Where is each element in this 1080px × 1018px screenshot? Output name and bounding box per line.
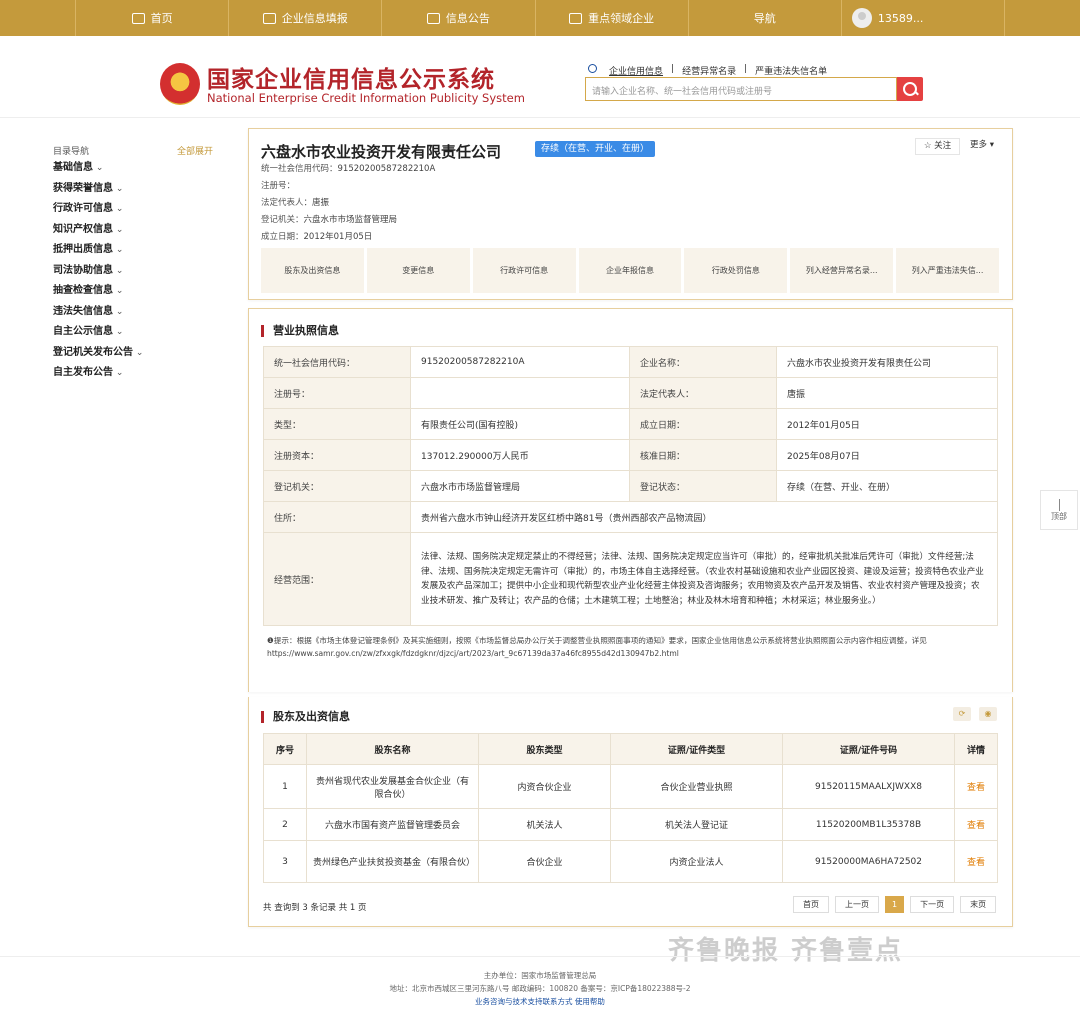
authority-field: 登记机关：六盘水市市场监督管理局 bbox=[261, 215, 398, 225]
credit-code-field: 统一社会信用代码：91520200587282210A bbox=[261, 164, 436, 174]
site-header: 国家企业信用信息公示系统 National Enterprise Credit … bbox=[0, 36, 1080, 118]
megaphone-icon bbox=[569, 12, 583, 24]
table-row: 住所： 贵州省六盘水市钟山经济开发区红桥中路81号（贵州西部农产品物流园） bbox=[263, 501, 998, 533]
footer-address: 地址：北京市西城区三里河东路八号 邮政编码：100820 备案号：京ICP备18… bbox=[389, 984, 691, 993]
founded-date-field: 成立日期：2012年01月05日 bbox=[261, 232, 373, 242]
tab-penalties[interactable]: 行政处罚信息 bbox=[684, 248, 788, 293]
prev-page-button[interactable]: 上一页 bbox=[835, 896, 879, 913]
tab-divider: | bbox=[744, 64, 748, 74]
table-row: 注册号： 法定代表人： 唐振 bbox=[263, 377, 998, 409]
table-row: 经营范围： 法律、法规、国务院决定规定禁止的不得经营；法律、法规、国务院决定规定… bbox=[263, 532, 998, 626]
national-emblem-logo bbox=[160, 63, 200, 105]
scope-label: 经营范围： bbox=[263, 532, 411, 626]
view-link[interactable]: 查看 bbox=[954, 764, 998, 809]
shareholders-section: 股东及出资信息 ⟳ ◉ 序号 股东名称 股东类型 证照/证件类型 证照/证件号码… bbox=[248, 697, 1013, 927]
nav-mortgage[interactable]: 抵押出质信息 bbox=[53, 240, 213, 261]
section-tools: ⟳ ◉ bbox=[953, 707, 997, 721]
record-count: 共 查询到 3 条记录 共 1 页 bbox=[263, 903, 367, 913]
view-link[interactable]: 查看 bbox=[954, 808, 998, 841]
tab-licenses[interactable]: 行政许可信息 bbox=[472, 248, 576, 293]
directory-navigation: 目录导航 全部展开 基础信息 获得荣誉信息 行政许可信息 知识产权信息 抵押出质… bbox=[53, 144, 213, 384]
tab-divider: | bbox=[671, 64, 675, 74]
search-tabs: 企业信用信息 | 经营异常名录 | 严重违法失信名单 bbox=[588, 64, 827, 77]
edit-icon bbox=[262, 12, 276, 24]
view-link[interactable]: 查看 bbox=[954, 840, 998, 883]
section-title: 股东及出资信息 bbox=[261, 711, 350, 723]
search-tab-abnormal[interactable]: 经营异常名录 bbox=[682, 64, 736, 77]
document-icon bbox=[426, 12, 440, 24]
next-page-button[interactable]: 下一页 bbox=[910, 896, 955, 913]
notice-text: ❶提示：根据《市场主体登记管理条例》及其实施细则，按照《市场监督总局办公厅关于调… bbox=[267, 636, 927, 658]
table-row: 统一社会信用代码： 91520200587282210A 企业名称： 六盘水市农业投… bbox=[263, 346, 998, 378]
search-icon bbox=[588, 64, 597, 73]
company-name: 六盘水市农业投资开发有限责任公司 bbox=[261, 143, 502, 161]
nav-announcements[interactable]: 信息公告 bbox=[381, 0, 534, 36]
nav-licenses[interactable]: 行政许可信息 bbox=[53, 199, 213, 220]
nav-honors[interactable]: 获得荣誉信息 bbox=[53, 179, 213, 200]
table-row: 2 六盘水市国有资产监督管理委员会 机关法人 机关法人登记证 11520200M… bbox=[263, 808, 998, 841]
table-row: 注册资本： 137012.290000万人民币 核准日期： 2025年08月07日 bbox=[263, 439, 998, 471]
page-1-button[interactable]: 1 bbox=[885, 896, 905, 913]
top-navigation-bar: 首页 企业信息填报 信息公告 重点领域企业 导航 13589... bbox=[0, 0, 1080, 36]
system-title-en: National Enterprise Credit Information P… bbox=[207, 91, 525, 105]
user-menu[interactable]: 13589... bbox=[840, 0, 1006, 36]
footer-organizer: 主办单位：国家市场监督管理总局 bbox=[483, 971, 597, 980]
tab-annual-reports[interactable]: 企业年报信息 bbox=[578, 248, 682, 293]
table-row: 类型： 有限责任公司(国有控股) 成立日期： 2012年01月05日 bbox=[263, 408, 998, 440]
search-button[interactable] bbox=[897, 77, 923, 101]
system-title: 国家企业信用信息公示系统 bbox=[207, 67, 495, 93]
company-summary-card: 六盘水市农业投资开发有限责任公司 存续（在营、开业、在册） ☆ 关注 更多 ▾ … bbox=[248, 128, 1013, 300]
tab-abnormal-list[interactable]: 列入经营异常名录... bbox=[790, 248, 894, 293]
monitor-icon bbox=[131, 12, 145, 24]
legal-rep-field: 法定代表人：唐振 bbox=[261, 198, 330, 208]
nav-inspection[interactable]: 抽查检查信息 bbox=[53, 281, 213, 302]
address-value: 贵州省六盘水市钟山经济开发区红桥中路81号（贵州西部农产品物流园） bbox=[410, 501, 998, 533]
status-badge: 存续（在营、开业、在册） bbox=[535, 141, 656, 157]
search-tab-credit[interactable]: 企业信用信息 bbox=[609, 64, 663, 77]
table-row: 3 贵州绿色产业扶贫投资基金（有限合伙） 合伙企业 内资企业法人 9152000… bbox=[263, 840, 998, 883]
business-license-section: 营业执照信息 统一社会信用代码： 91520200587282210A 企业名称：… bbox=[248, 308, 1013, 692]
tab-shareholders[interactable]: 股东及出资信息 bbox=[261, 248, 364, 293]
expand-all-button[interactable]: 全部展开 bbox=[177, 144, 213, 158]
nav-home[interactable]: 首页 bbox=[75, 0, 228, 36]
shareholders-table: 序号 股东名称 股东类型 证照/证件类型 证照/证件号码 详情 1 贵州省现代农… bbox=[263, 733, 998, 883]
nav-key-enterprises[interactable]: 重点领域企业 bbox=[534, 0, 688, 36]
license-table: 统一社会信用代码： 91520200587282210A 企业名称： 六盘水市农业投… bbox=[263, 346, 998, 626]
eye-icon[interactable]: ◉ bbox=[979, 707, 997, 721]
back-to-top-button[interactable]: 顶部 bbox=[1040, 490, 1078, 530]
refresh-icon[interactable]: ⟳ bbox=[953, 707, 971, 721]
tab-dishonest-list[interactable]: 列入严重违法失信... bbox=[896, 248, 1000, 293]
nav-self-disclosure[interactable]: 自主公示信息 bbox=[53, 322, 213, 343]
address-label: 住所： bbox=[263, 501, 411, 533]
nav-authority-notices[interactable]: 登记机关发布公告 bbox=[53, 343, 213, 364]
nav-enterprise-report[interactable]: 企业信息填报 bbox=[228, 0, 381, 36]
directory-header: 目录导航 全部展开 bbox=[53, 144, 213, 158]
table-row: 登记机关： 六盘水市市场监督管理局 登记状态： 存续（在营、开业、在册） bbox=[263, 470, 998, 502]
star-icon: ☆ bbox=[923, 141, 935, 151]
search-input[interactable]: 请输入企业名称、统一社会信用代码或注册号 bbox=[585, 77, 897, 101]
tab-changes[interactable]: 变更信息 bbox=[366, 248, 470, 293]
avatar bbox=[851, 8, 872, 28]
nav-self-notices[interactable]: 自主发布公告 bbox=[53, 363, 213, 384]
nav-violations[interactable]: 违法失信信息 bbox=[53, 302, 213, 323]
nav-guide[interactable]: 导航 bbox=[687, 0, 841, 36]
nav-ip[interactable]: 知识产权信息 bbox=[53, 220, 213, 241]
nav-judicial[interactable]: 司法协助信息 bbox=[53, 261, 213, 282]
follow-button[interactable]: ☆ 关注 bbox=[915, 138, 960, 155]
scope-value: 法律、法规、国务院决定规定禁止的不得经营；法律、法规、国务院决定规定应当许可（审… bbox=[410, 532, 998, 626]
nav-basic-info[interactable]: 基础信息 bbox=[53, 158, 213, 179]
more-dropdown[interactable]: 更多 ▾ bbox=[965, 138, 999, 155]
table-header-row: 序号 股东名称 股东类型 证照/证件类型 证照/证件号码 详情 bbox=[263, 733, 998, 765]
caret-down-icon: ▾ bbox=[987, 140, 994, 150]
first-page-button[interactable]: 首页 bbox=[793, 896, 829, 913]
page-footer: 主办单位：国家市场监督管理总局 地址：北京市西城区三里河东路八号 邮政编码：10… bbox=[0, 956, 1080, 1018]
reg-number-field: 注册号： bbox=[261, 181, 296, 191]
section-title: 营业执照信息 bbox=[261, 325, 339, 337]
footer-links[interactable]: 业务咨询与技术支持联系方式 使用帮助 bbox=[0, 995, 1080, 1008]
search-tab-dishonest[interactable]: 严重违法失信名单 bbox=[755, 64, 827, 77]
pagination: 首页 上一页 1 下一页 末页 bbox=[793, 896, 997, 913]
table-row: 1 贵州省现代农业发展基金合伙企业（有限合伙） 内资合伙企业 合伙企业营业执照 … bbox=[263, 764, 998, 809]
quick-tabs: 股东及出资信息 变更信息 行政许可信息 企业年报信息 行政处罚信息 列入经营异常… bbox=[261, 248, 1000, 293]
last-page-button[interactable]: 末页 bbox=[960, 896, 997, 913]
